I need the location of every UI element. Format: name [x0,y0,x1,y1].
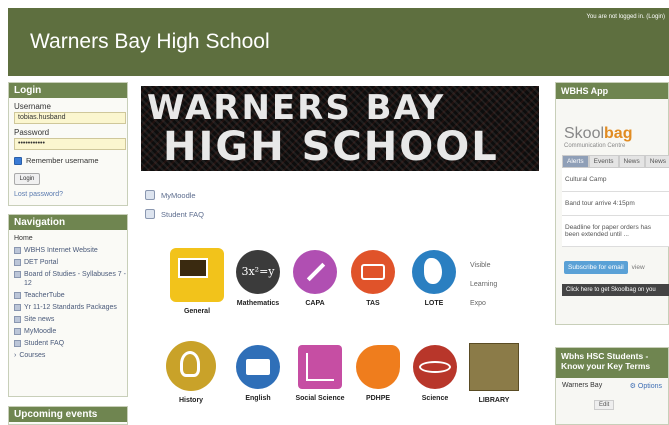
banner-line-2: HIGH SCHOOL [163,124,499,170]
alert-item[interactable]: Deadline for paper orders has been exten… [562,216,669,247]
subject-general[interactable]: General [162,248,232,315]
nav-item-det-portal[interactable]: DET Portal [14,258,127,267]
login-block: Login Username tobias.husband Password •… [8,82,128,206]
faq-icon [145,209,155,219]
subject-label: TAS [366,300,380,307]
app-tabs: Alerts Events News News [562,155,669,168]
remember-label: Remember username [26,156,99,165]
link-mymoodle[interactable]: MyMoodle [145,190,204,200]
nav-item-student-faq[interactable]: Student FAQ [14,339,127,348]
book-icon [236,345,280,389]
remember-checkbox[interactable] [14,156,22,165]
nav-item-standards-packages[interactable]: Yr 11-12 Standards Packages [14,303,127,312]
center-links: MyMoodle Student FAQ [145,190,204,228]
app-heading: WBHS App [556,83,668,99]
nav-item-courses[interactable]: › Courses [14,351,127,360]
tab-alerts[interactable]: Alerts [562,155,589,168]
subject-library[interactable]: LIBRARY [459,343,529,404]
site-title[interactable]: Warners Bay High School [30,30,270,54]
news-icon [14,316,21,323]
school-banner: WARNERS BAY HIGH SCHOOL [141,86,539,171]
login-heading: Login [9,83,127,98]
nav-item-site-news[interactable]: Site news [14,315,127,324]
paintbrush-icon [293,250,337,294]
math-icon: 3x²=y [236,250,280,294]
site-header: Warners Bay High School You are not logg… [8,8,669,76]
classroom-icon [170,248,224,302]
nav-item-mymoodle[interactable]: MyMoodle [14,327,127,336]
nav-item-teachertube[interactable]: TeacherTube [14,291,127,300]
tab-news-2[interactable]: News [644,155,669,168]
skoolbag-logo: Skoolbag [564,125,633,142]
gear-icon: ⚙ [629,383,638,390]
figure-icon [356,345,400,389]
subject-english[interactable]: English [223,345,293,402]
username-label: Username [14,102,51,111]
page-icon [14,328,21,335]
nav-item-board-of-studies[interactable]: Board of Studies - Syllabuses 7 - 12 [14,270,127,288]
subject-label: History [178,397,204,404]
page-icon [14,292,21,299]
password-field[interactable]: ••••••••••• [14,138,126,150]
tab-events[interactable]: Events [588,155,619,168]
subscribe-button[interactable]: Subscribe for email [564,261,628,274]
expo-words[interactable]: Visible Learning Expo [470,262,497,319]
head-icon [166,341,216,391]
page-icon [14,304,21,311]
navigation-block: Navigation Home WBHS Internet Website DE… [8,214,128,397]
key-terms-toolbar: Warners Bay ⚙ Options [556,378,668,390]
page-icon [14,271,21,278]
password-label: Password [14,128,50,137]
wbhs-app-block: WBHS App Skoolbag Communication Centre A… [555,82,669,325]
get-skoolbag-link[interactable]: Click here to get Skoolbag on you [562,284,669,296]
nav-item-home[interactable]: Home [14,234,127,243]
upcoming-events-heading: Upcoming events [9,407,127,422]
subject-tas[interactable]: TAS [338,250,408,307]
keyboard-icon [351,250,395,294]
navigation-heading: Navigation [9,215,127,230]
login-info[interactable]: You are not logged in. (Login) [586,14,665,20]
key-terms-heading: Wbhs HSC Students - Know your Key Terms [556,348,668,378]
library-photo [469,343,519,391]
moodle-icon [145,190,155,200]
link-student-faq[interactable]: Student FAQ [145,209,204,219]
nav-item-wbhs-website[interactable]: WBHS Internet Website [14,246,127,255]
page-icon [14,247,21,254]
location-label: Warners Bay [562,382,603,389]
remember-row: Remember username [14,156,127,165]
login-button[interactable]: Login [14,173,40,185]
upcoming-events-block: Upcoming events [8,406,128,425]
subject-lote[interactable]: LOTE [399,250,469,307]
globe-icon [412,250,456,294]
subject-label: General [183,308,211,315]
atom-icon [413,345,457,389]
lost-password-link[interactable]: Lost password? [14,191,127,198]
graph-icon [298,345,342,389]
options-link[interactable]: ⚙ Options [630,382,662,390]
view-link[interactable]: view [632,264,645,271]
alert-item[interactable]: Cultural Camp [562,168,669,192]
subject-label: LOTE [424,300,444,307]
alert-item[interactable]: Band tour arrive 4:15pm [562,192,669,216]
edit-button[interactable]: Edit [594,400,615,410]
subject-label: English [245,395,271,402]
banner-line-1: WARNERS BAY [147,88,446,128]
subject-history[interactable]: History [156,341,226,404]
page-icon [14,340,21,347]
key-terms-block: Wbhs HSC Students - Know your Key Terms … [555,347,669,425]
username-field[interactable]: tobias.husband [14,112,126,124]
skoolbag-subtitle: Communication Centre [564,143,626,149]
subject-label: LIBRARY [478,397,510,404]
tab-news[interactable]: News [618,155,645,168]
chevron-right-icon: › [14,352,17,359]
page-icon [14,259,21,266]
